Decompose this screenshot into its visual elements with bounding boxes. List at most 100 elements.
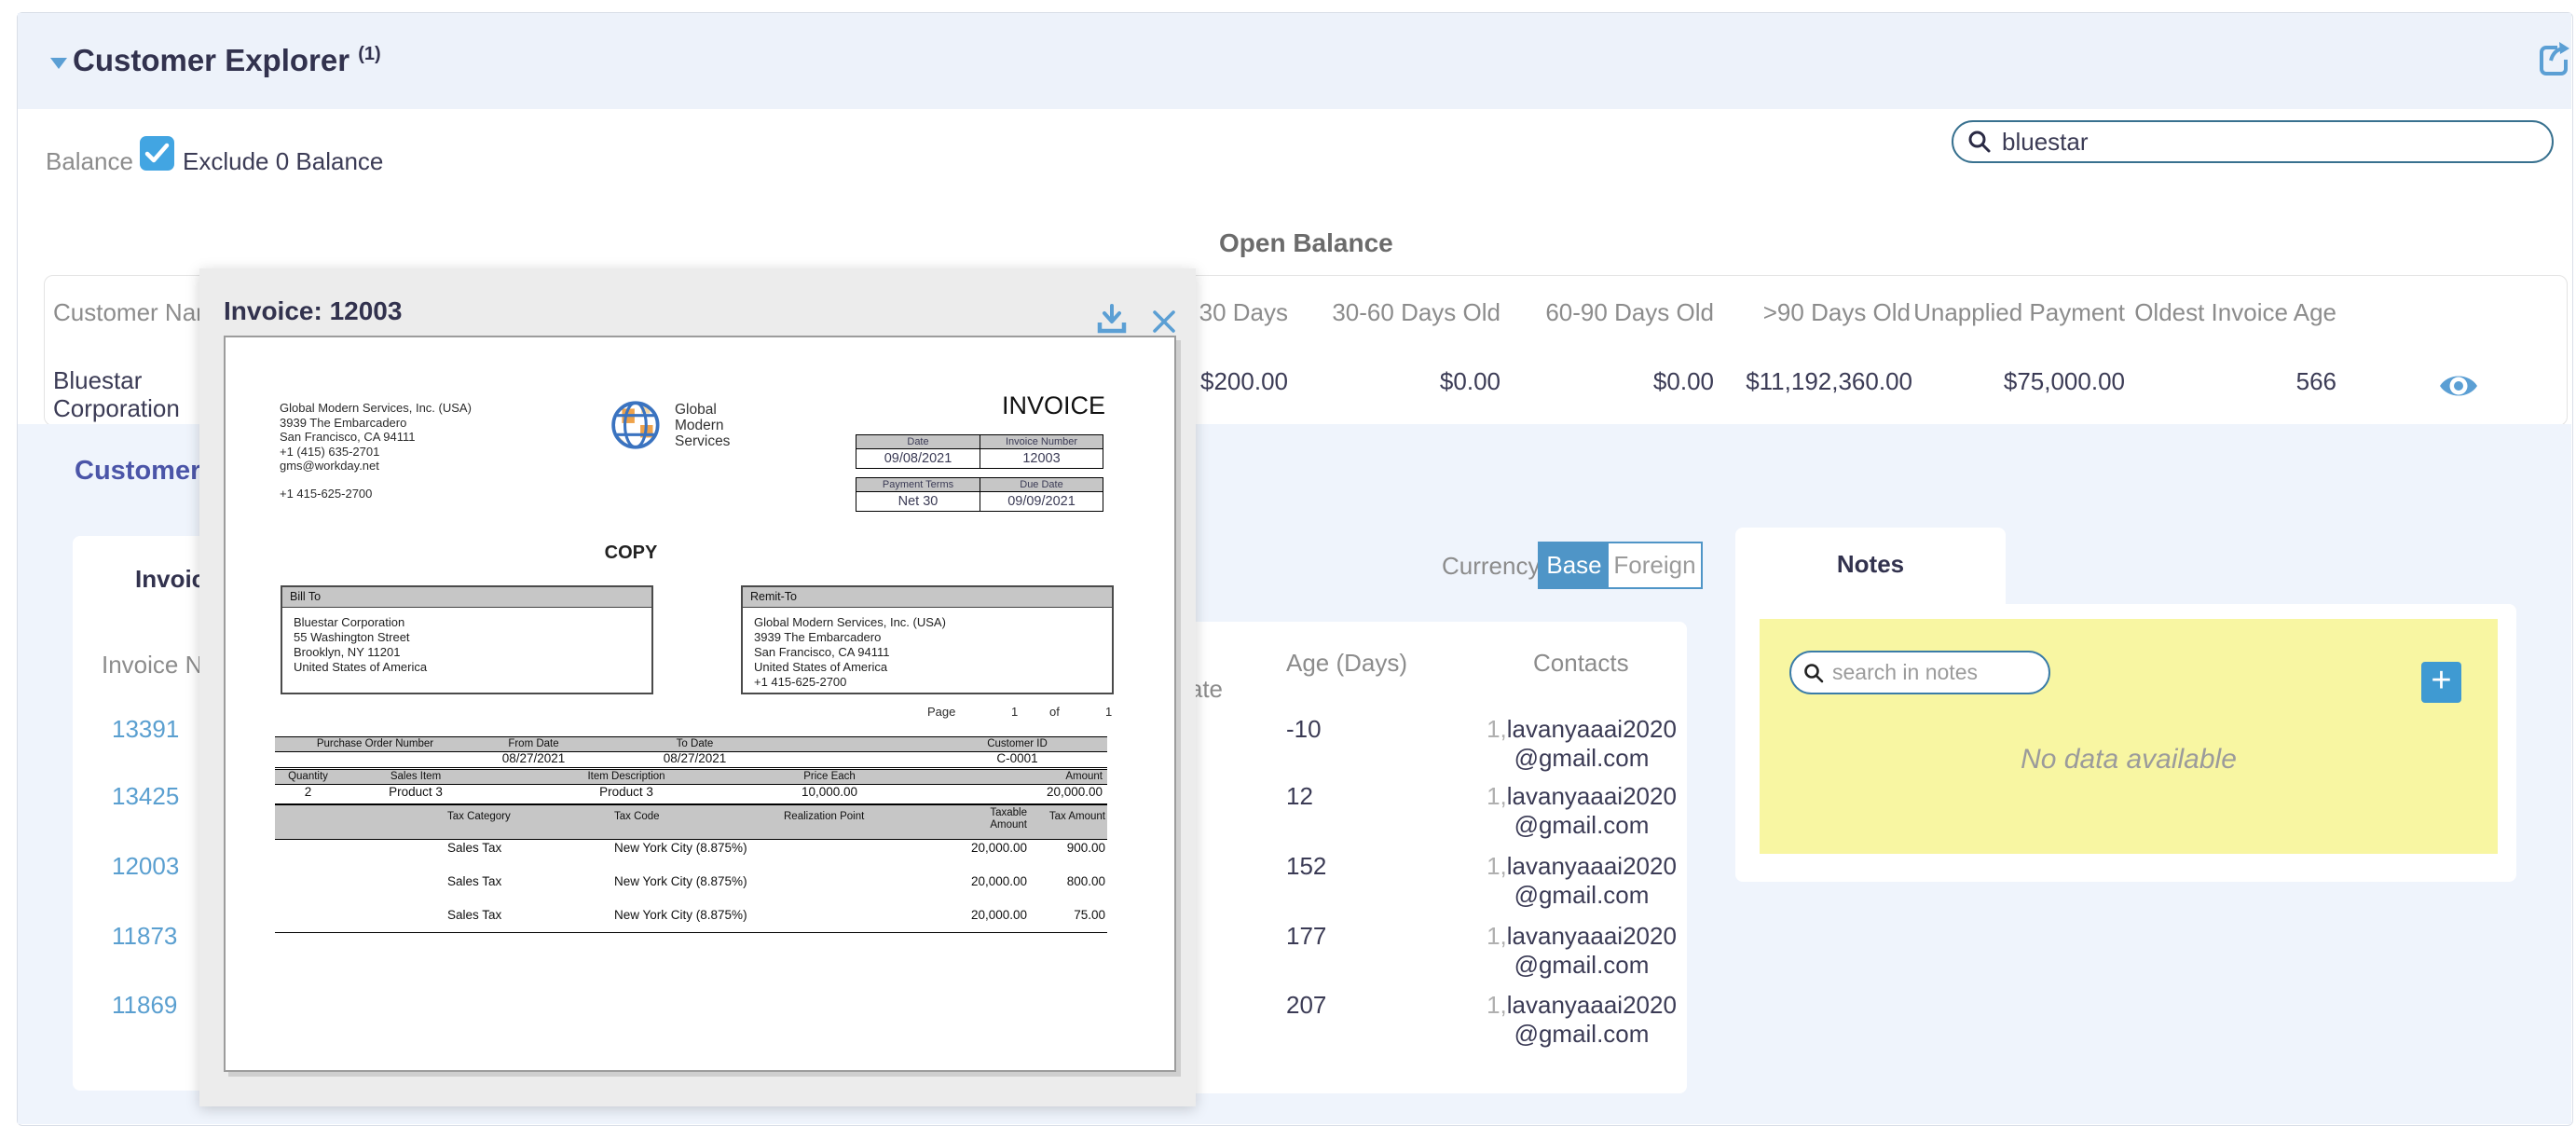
doc-type-title: INVOICE <box>919 391 1105 420</box>
contact-domain: @gmail.com <box>1514 744 1650 772</box>
item-header: Price Each <box>774 771 885 782</box>
currency-foreign-button[interactable]: Foreign <box>1609 543 1701 587</box>
oldest-age-value: 566 <box>2103 367 2336 396</box>
po-header: Customer ID <box>932 738 1103 749</box>
contact-count: 1, <box>1487 715 1507 743</box>
download-icon[interactable] <box>1094 302 1130 337</box>
tax-amount: 900.00 <box>1012 841 1105 855</box>
logo-line: Services <box>675 433 730 449</box>
exclude-zero-label: Exclude 0 Balance <box>183 147 383 176</box>
due-date-value: 09/09/2021 <box>980 492 1103 511</box>
remit-to-line: 3939 The Embarcadero <box>754 630 1112 645</box>
remit-to-line: Global Modern Services, Inc. (USA) <box>754 615 1112 630</box>
po-to-date: 08/27/2021 <box>637 751 753 765</box>
contact-count: 1, <box>1487 782 1507 810</box>
tax-header: Tax Amount <box>1025 811 1105 822</box>
tax-code: New York City (8.875%) <box>614 841 747 855</box>
contacts-header: Contacts <box>1533 649 1629 678</box>
invoice-link[interactable]: 13425 <box>112 782 179 811</box>
due-date-label: Due Date <box>980 478 1103 491</box>
invoice-popup-title: Invoice: 12003 <box>224 296 402 326</box>
tax-header: Taxable Amount <box>962 807 1027 831</box>
company-line: gms@workday.net <box>280 459 472 474</box>
contact-domain: @gmail.com <box>1514 811 1650 839</box>
add-note-button[interactable]: + <box>2421 662 2461 703</box>
currency-base-button[interactable]: Base <box>1540 543 1609 587</box>
tax-header: Realization Point <box>784 811 864 822</box>
divider <box>275 767 1107 768</box>
item-price-each: 10,000.00 <box>774 785 885 799</box>
contact-count: 1, <box>1487 922 1507 950</box>
remit-to-label: Remit-To <box>743 587 1112 608</box>
invoice-link[interactable]: 13391 <box>112 715 179 744</box>
notes-search-input[interactable] <box>1830 659 2030 686</box>
item-header: Quantity <box>275 771 341 782</box>
bill-to-line: United States of America <box>294 660 651 675</box>
po-header: From Date <box>475 738 592 749</box>
close-icon[interactable] <box>1150 308 1178 336</box>
bill-to-box: Bill To Bluestar Corporation 55 Washingt… <box>281 585 653 694</box>
invoice-link[interactable]: 12003 <box>112 852 179 881</box>
notes-search <box>1789 651 2050 694</box>
page-title-text: Customer Explorer <box>73 43 349 77</box>
item-description: Product 3 <box>552 785 701 799</box>
collapse-triangle-icon[interactable] <box>50 58 67 69</box>
contact-cell: 1,lavanyaaai2020@gmail.com <box>1482 715 1681 773</box>
tax-amount: 800.00 <box>1012 874 1105 888</box>
remit-to-line: +1 415-625-2700 <box>754 675 1112 690</box>
page-title: Customer Explorer (1) <box>73 43 381 78</box>
currency-toggle: Base Foreign <box>1538 542 1703 589</box>
contact-count: 1, <box>1487 852 1507 880</box>
payment-terms-value: Net 30 <box>856 492 980 511</box>
item-header: Sales Item <box>360 771 472 782</box>
contact-user: lavanyaaai2020 <box>1507 991 1677 1019</box>
tab-notes[interactable]: Notes <box>1735 528 2006 606</box>
logo-line: Modern <box>675 418 730 433</box>
invoice-link[interactable]: 11869 <box>112 991 177 1020</box>
page-label: Page <box>927 705 955 720</box>
age-header: Age (Days) <box>1286 649 1407 678</box>
customer-search-input[interactable] <box>2000 127 2526 158</box>
item-sales-item: Product 3 <box>360 785 472 799</box>
company-line: San Francisco, CA 94111 <box>280 430 472 445</box>
payment-terms-label: Payment Terms <box>856 478 980 491</box>
po-header: To Date <box>637 738 753 749</box>
customer-search <box>1952 120 2554 163</box>
tax-category: Sales Tax <box>447 841 501 855</box>
contact-domain: @gmail.com <box>1514 881 1650 909</box>
unapplied-value: $75,000.00 <box>1892 367 2125 396</box>
remit-to-box: Remit-To Global Modern Services, Inc. (U… <box>741 585 1114 694</box>
company-line: Global Modern Services, Inc. (USA) <box>280 401 472 416</box>
remit-to-line: San Francisco, CA 94111 <box>754 645 1112 660</box>
age-value: -10 <box>1286 715 1322 744</box>
contact-count: 1, <box>1487 991 1507 1019</box>
app-header <box>18 13 2571 109</box>
item-header: Item Description <box>552 771 701 782</box>
remit-to-line: United States of America <box>754 660 1112 675</box>
tax-code: New York City (8.875%) <box>614 908 747 922</box>
tax-category: Sales Tax <box>447 874 501 888</box>
export-icon[interactable] <box>2535 40 2572 79</box>
logo-line: Global <box>675 402 730 418</box>
age-value: 207 <box>1286 991 1326 1020</box>
contact-user: lavanyaaai2020 <box>1507 852 1677 880</box>
date-label: Date <box>856 435 980 448</box>
contact-domain: @gmail.com <box>1514 1020 1650 1048</box>
invoice-number-value: 12003 <box>980 449 1103 468</box>
contact-cell: 1,lavanyaaai2020@gmail.com <box>1482 782 1681 840</box>
contact-cell: 1,lavanyaaai2020@gmail.com <box>1482 922 1681 980</box>
page-current: 1 <box>1011 705 1018 720</box>
page-title-count: (1) <box>358 44 380 64</box>
company-line: 3939 The Embarcadero <box>280 416 472 431</box>
bill-to-line: Brooklyn, NY 11201 <box>294 645 651 660</box>
po-header: Purchase Order Number <box>275 738 475 749</box>
30-60-value: $0.00 <box>1267 367 1500 396</box>
bill-to-line: 55 Washington Street <box>294 630 651 645</box>
view-customer-eye-icon[interactable] <box>2438 370 2479 402</box>
col-oldest-age: Oldest Invoice Age <box>2103 298 2336 327</box>
exclude-zero-checkbox[interactable] <box>140 136 174 171</box>
invoice-meta-table-1: DateInvoice Number 09/08/202112003 <box>856 434 1103 469</box>
invoice-link[interactable]: 11873 <box>112 922 177 951</box>
divider <box>275 932 1107 933</box>
search-icon <box>1802 662 1825 684</box>
